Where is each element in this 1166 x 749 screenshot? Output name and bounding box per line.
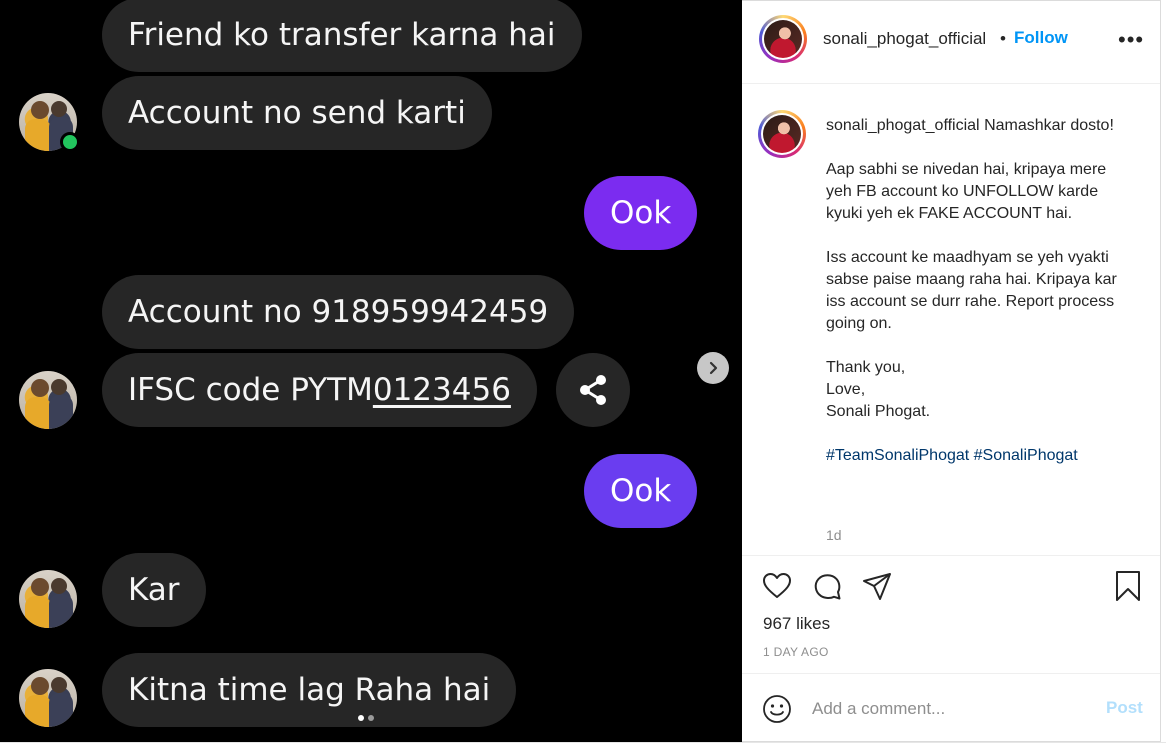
- caption-avatar[interactable]: [758, 110, 806, 158]
- post-header: sonali_phogat_official • Follow •••: [742, 1, 1160, 84]
- posted-time[interactable]: 1 DAY AGO: [763, 645, 829, 659]
- contact-avatar: [19, 371, 77, 429]
- comment-section: Post: [742, 673, 1160, 743]
- message-text-link: 0123456: [372, 372, 511, 408]
- carousel-next-button[interactable]: [697, 352, 729, 384]
- message-bubble-outgoing: Ook: [584, 176, 698, 250]
- carousel-dot: [368, 715, 374, 721]
- message-text: Friend ko transfer karna hai: [128, 17, 556, 53]
- contact-avatar: [19, 570, 77, 628]
- message-bubble-incoming: Kar: [102, 553, 206, 627]
- chevron-right-icon: [709, 361, 718, 375]
- message-bubble-incoming: Account no send karti: [102, 76, 492, 150]
- caption-hashtags[interactable]: #TeamSonaliPhogat #SonaliPhogat: [826, 447, 1078, 464]
- message-bubble-incoming: Friend ko transfer karna hai: [102, 0, 582, 72]
- heart-icon[interactable]: [761, 570, 793, 602]
- caption-section: sonali_phogat_official Namashkar dosto! …: [742, 85, 1160, 555]
- share-icon: [556, 353, 630, 427]
- follow-button[interactable]: Follow: [1014, 28, 1068, 48]
- post-comment-button[interactable]: Post: [1106, 698, 1143, 718]
- message-bubble-incoming: IFSC code PYTM0123456: [102, 353, 537, 427]
- message-bubble-incoming: Kitna time lag Raha hai: [102, 653, 517, 727]
- caption-body: Namashkar dosto! Aap sabhi se nivedan ha…: [826, 117, 1117, 420]
- comment-input[interactable]: [812, 696, 1092, 722]
- post-details-panel: sonali_phogat_official • Follow ••• sona…: [742, 0, 1161, 742]
- message-bubble-outgoing: Ook: [584, 454, 698, 528]
- likes-count[interactable]: 967 likes: [763, 614, 830, 634]
- message-text: Kitna time lag Raha hai: [128, 672, 491, 708]
- message-text: Ook: [610, 473, 672, 509]
- caption-text: sonali_phogat_official Namashkar dosto! …: [826, 115, 1126, 467]
- profile-avatar[interactable]: [759, 15, 807, 63]
- message-text: Ook: [610, 195, 672, 231]
- message-text-prefix: IFSC code PYTM: [128, 372, 373, 408]
- separator-dot: •: [1000, 29, 1006, 48]
- post-actions: 967 likes 1 DAY AGO: [742, 555, 1160, 674]
- instagram-post-view: Friend ko transfer karna hai Account no …: [0, 0, 1166, 749]
- caption-username[interactable]: sonali_phogat_official: [826, 117, 980, 134]
- post-media-chat-screenshot[interactable]: Friend ko transfer karna hai Account no …: [0, 0, 742, 742]
- more-options-icon[interactable]: •••: [1118, 27, 1144, 53]
- contact-avatar: [19, 669, 77, 727]
- message-text: Account no send karti: [128, 95, 466, 131]
- share-glyph: [580, 375, 606, 405]
- message-text: Account no 918959942459: [128, 294, 549, 330]
- comment-icon[interactable]: [811, 570, 843, 602]
- online-status-dot: [60, 132, 80, 152]
- carousel-dot-active: [358, 715, 364, 721]
- share-post-icon[interactable]: [861, 570, 893, 602]
- emoji-icon[interactable]: [762, 694, 792, 724]
- message-text: Kar: [128, 572, 180, 608]
- header-username[interactable]: sonali_phogat_official: [823, 29, 986, 49]
- message-bubble-incoming: Account no 918959942459: [102, 275, 575, 349]
- caption-timestamp[interactable]: 1d: [826, 527, 842, 543]
- bookmark-icon[interactable]: [1112, 570, 1144, 602]
- carousel-indicator: [358, 715, 374, 721]
